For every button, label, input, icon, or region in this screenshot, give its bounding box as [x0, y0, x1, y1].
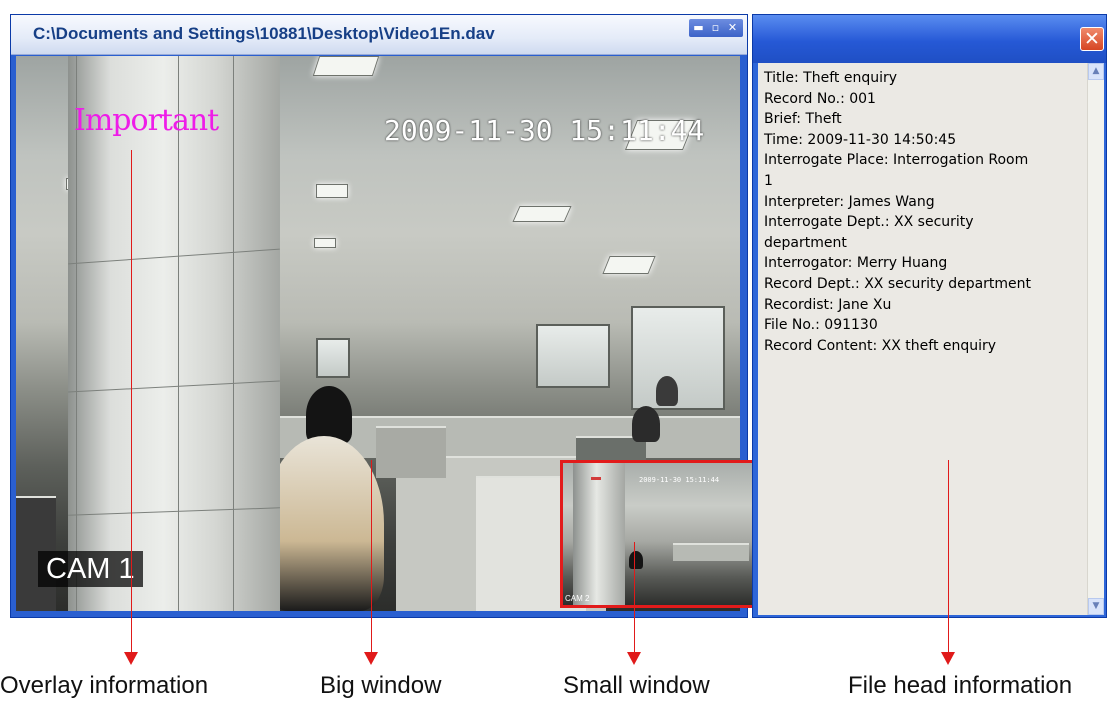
- close-button[interactable]: ✕: [724, 20, 741, 36]
- info-scrollbar[interactable]: ▲ ▼: [1087, 63, 1104, 615]
- arrow-down-icon: [941, 652, 955, 665]
- callout-line-big: [371, 460, 372, 655]
- person-head: [656, 376, 678, 406]
- person-body: [264, 436, 384, 611]
- small-window-timestamp: 2009-11-30 15:11:44: [639, 476, 720, 484]
- ceiling-light: [314, 238, 336, 248]
- info-line: Interrogator: Merry Huang: [764, 255, 948, 272]
- caption-file-head-information: File head information: [848, 672, 1073, 699]
- desk-row: [673, 543, 749, 561]
- caption-overlay-information: Overlay information: [0, 672, 209, 699]
- info-line: Record Content: XX theft enquiry: [764, 337, 997, 354]
- person-head: [632, 406, 660, 442]
- callout-line-file-head: [948, 460, 949, 655]
- caption-small-window: Small window: [563, 672, 710, 699]
- info-line: Interrogate Dept.: XX security: [764, 214, 974, 231]
- info-line: Title: Theft enquiry: [764, 70, 898, 86]
- arrow-down-icon: [364, 652, 378, 665]
- ceiling-light: [316, 184, 348, 198]
- arrow-down-icon: [124, 652, 138, 665]
- overlay-text: Important: [74, 103, 219, 138]
- wall-window: [536, 324, 610, 388]
- callout-line-small: [634, 542, 635, 655]
- ceiling-light: [312, 56, 380, 76]
- maximize-button[interactable]: ▫: [707, 20, 724, 36]
- info-titlebar[interactable]: ✕: [753, 15, 1106, 63]
- camera-label: CAM 1: [38, 551, 143, 587]
- video-timestamp: 2009-11-30 15:11:44: [384, 114, 705, 147]
- ceiling-light: [602, 256, 656, 274]
- person-head: [629, 551, 643, 569]
- window-controls: ▬ ▫ ✕: [689, 19, 743, 37]
- callout-line-overlay: [131, 150, 132, 655]
- caption-big-window: Big window: [320, 672, 442, 699]
- small-window-video[interactable]: 2009-11-30 15:11:44 CAM 2: [560, 460, 756, 608]
- pillar: [68, 56, 280, 611]
- info-line: department: [764, 234, 847, 251]
- info-line: File No.: 091130: [764, 317, 878, 334]
- file-head-lines: Title: Theft enquiry Record No.: 001 Bri…: [764, 68, 1070, 356]
- video-titlebar[interactable]: C:\Documents and Settings\10881\Desktop\…: [11, 15, 747, 55]
- info-line: 1: [764, 172, 773, 189]
- info-line: Interrogate Place: Interrogation Room: [764, 152, 1029, 169]
- info-line: Time: 2009-11-30 14:50:45: [764, 131, 957, 148]
- ceiling-light: [512, 206, 572, 222]
- pillar: [573, 463, 625, 605]
- info-line: Interpreter: James Wang: [764, 193, 935, 210]
- scroll-down-icon[interactable]: ▼: [1088, 598, 1104, 615]
- close-button[interactable]: ✕: [1080, 27, 1104, 51]
- file-head-panel: ✕ Title: Theft enquiry Record No.: 001 B…: [752, 14, 1107, 618]
- info-line: Record Dept.: XX security department: [764, 275, 1032, 292]
- wall-window: [631, 306, 725, 410]
- video-file-path: C:\Documents and Settings\10881\Desktop\…: [33, 24, 495, 43]
- person-head: [306, 386, 352, 444]
- info-line: Recordist: Jane Xu: [764, 296, 892, 313]
- small-window-camera-label: CAM 2: [565, 594, 590, 603]
- minimize-button[interactable]: ▬: [690, 20, 707, 36]
- overlay-marker: [591, 477, 601, 480]
- crt-monitor: [376, 426, 446, 478]
- file-head-content: Title: Theft enquiry Record No.: 001 Bri…: [758, 63, 1104, 615]
- arrow-down-icon: [627, 652, 641, 665]
- wall-window: [316, 338, 350, 378]
- info-line: Record No.: 001: [764, 90, 876, 107]
- info-line: Brief: Theft: [764, 111, 842, 128]
- scroll-up-icon[interactable]: ▲: [1088, 63, 1104, 80]
